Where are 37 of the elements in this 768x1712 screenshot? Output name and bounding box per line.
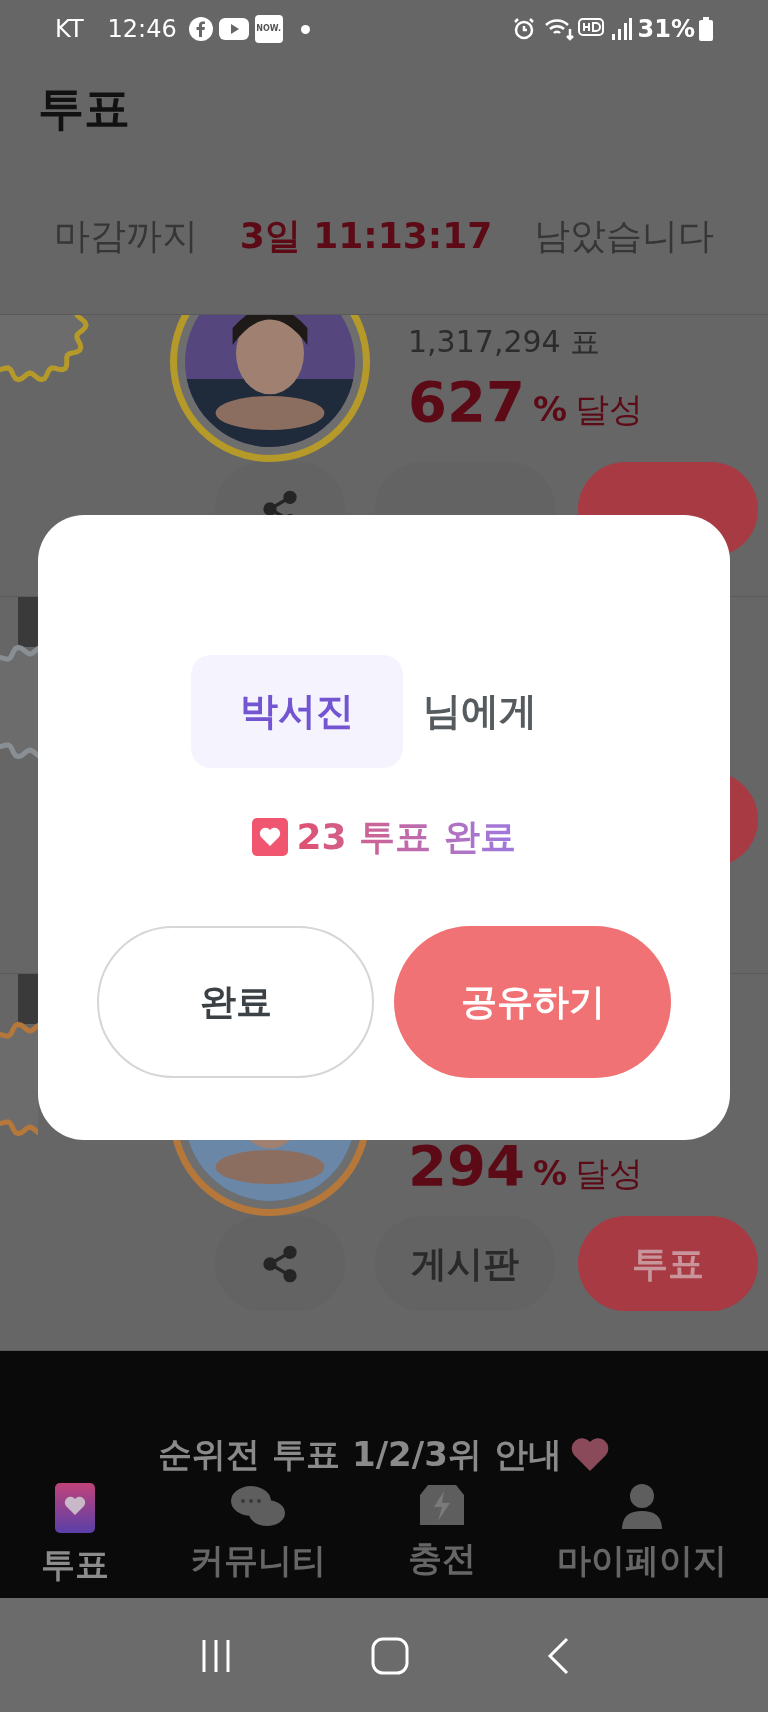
nav-tab[interactable]: 마이페이지 bbox=[557, 1483, 728, 1590]
wifi-icon bbox=[543, 17, 574, 41]
signal-icon bbox=[611, 18, 632, 40]
share-icon bbox=[260, 1243, 300, 1284]
heart-icon bbox=[569, 1436, 610, 1473]
recipient-name: 박서진 bbox=[191, 655, 403, 768]
home-icon[interactable] bbox=[371, 1636, 409, 1675]
dot-icon bbox=[300, 24, 310, 34]
achieved-label: 달성 bbox=[575, 388, 643, 431]
countdown-timer: 3일 11:13:17 bbox=[239, 214, 493, 258]
done-button[interactable]: 완료 bbox=[97, 926, 374, 1078]
clock: 12:46 bbox=[107, 14, 177, 45]
page-title: 투표 bbox=[38, 79, 130, 137]
achievement-percent: 627 bbox=[408, 370, 525, 434]
achievement-percent: 294 bbox=[408, 1134, 525, 1198]
recipient-suffix: 님에게 bbox=[423, 688, 537, 735]
facebook-icon bbox=[188, 17, 213, 41]
percent-sign: % bbox=[532, 1152, 567, 1195]
banner-title: 순위전 투표 1/2/3위 안내 bbox=[158, 1433, 562, 1476]
app-badge: NOW. bbox=[254, 15, 283, 43]
heart-card-icon bbox=[54, 1483, 95, 1533]
vote-count: 1,317,294 표 bbox=[408, 324, 602, 360]
vote-button[interactable]: 투표 bbox=[578, 1216, 758, 1311]
achieved-label: 달성 bbox=[575, 1152, 643, 1195]
board-button[interactable]: 게시판 bbox=[375, 1216, 555, 1311]
nav-tab[interactable]: 커뮤니티 bbox=[190, 1483, 327, 1590]
nav-tab[interactable]: 충전 bbox=[407, 1483, 476, 1590]
battery-icon bbox=[699, 17, 713, 41]
chat-bubbles-icon bbox=[229, 1483, 288, 1529]
person-icon bbox=[620, 1483, 665, 1529]
battery-percent: 31% bbox=[637, 14, 695, 45]
percent-sign: % bbox=[532, 388, 567, 431]
play-icon bbox=[218, 18, 249, 40]
share-button[interactable]: 공유하기 bbox=[394, 926, 671, 1078]
carrier: KT bbox=[55, 14, 84, 45]
nav-tab[interactable]: 투표 bbox=[40, 1483, 109, 1590]
back-icon[interactable] bbox=[545, 1636, 570, 1675]
